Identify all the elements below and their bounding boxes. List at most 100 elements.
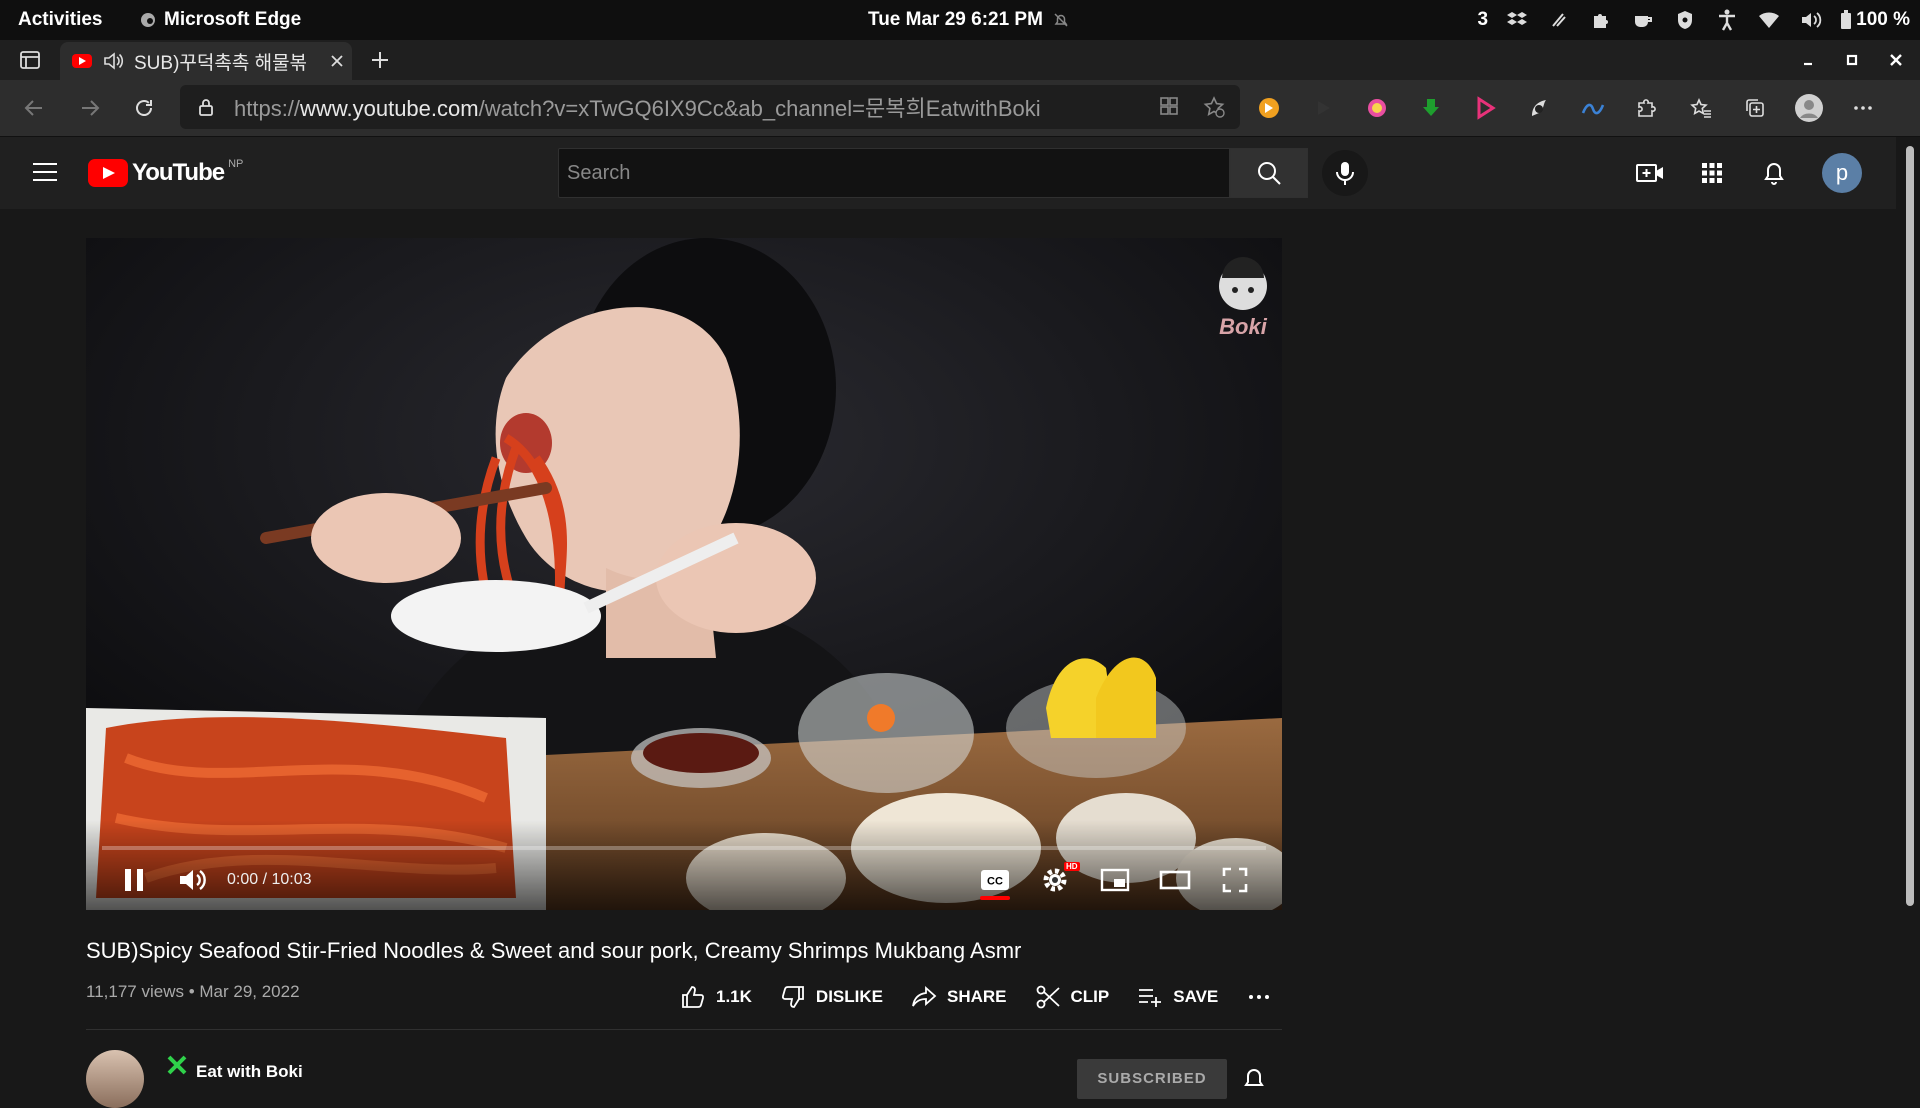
svg-text:CC: CC [987, 876, 1003, 888]
video-actions: 1.1K DISLIKE SHARE CLIP SAVE [680, 982, 1300, 1012]
youtube-play-logo-icon [88, 159, 128, 187]
system-tray: 3 100 % [1478, 6, 1910, 34]
video-player[interactable]: Boki 0:00 / 10:03 CC HD [86, 238, 1282, 910]
dropbox-icon[interactable] [1504, 7, 1530, 33]
minimize-icon[interactable] [1796, 48, 1820, 72]
activities-button[interactable]: Activities [18, 9, 102, 31]
channel-notification-bell-icon[interactable] [1242, 1066, 1266, 1090]
extensions-puzzle-icon[interactable] [1632, 93, 1662, 123]
mute-button[interactable] [174, 862, 210, 898]
clip-label: CLIP [1070, 987, 1110, 1006]
like-button[interactable]: 1.1K [680, 984, 752, 1010]
dislike-button[interactable]: DISLIKE [780, 984, 883, 1010]
close-window-icon[interactable] [1884, 48, 1908, 72]
extension-tray-icon[interactable] [1588, 7, 1614, 33]
wifi-icon[interactable] [1756, 7, 1782, 33]
tab-close-icon[interactable] [326, 50, 348, 72]
clock[interactable]: Tue Mar 29 6:21 PM [868, 9, 1069, 31]
channel-avatar[interactable] [86, 1050, 144, 1108]
clip-button[interactable]: CLIP [1035, 984, 1110, 1010]
maximize-icon[interactable] [1840, 48, 1864, 72]
address-bar[interactable]: https://www.youtube.com/watch?v=xTwGQ6IX… [180, 85, 1240, 129]
save-button[interactable]: SAVE [1137, 984, 1218, 1010]
like-count: 1.1K [716, 987, 752, 1006]
extension-fox-icon[interactable] [1524, 93, 1554, 123]
tab-actions-icon[interactable] [18, 48, 42, 72]
apps-grid-icon[interactable] [1698, 159, 1726, 187]
browser-toolbar: https://www.youtube.com/watch?v=xTwGQ6IX… [0, 80, 1920, 137]
url-text: https://www.youtube.com/watch?v=xTwGQ6IX… [234, 91, 1041, 123]
window-controls [1796, 48, 1908, 72]
volume-icon[interactable] [1798, 7, 1824, 33]
extension-pink-play-icon[interactable] [1470, 93, 1500, 123]
battery-icon [1841, 10, 1852, 29]
subscribed-button[interactable]: SUBSCRIBED [1077, 1059, 1227, 1099]
extension-color-circle-icon[interactable] [1362, 93, 1392, 123]
theater-mode-button[interactable] [1158, 862, 1192, 898]
time-display: 0:00 / 10:03 [227, 871, 312, 888]
new-tab-button[interactable] [368, 48, 392, 72]
pen-tray-icon[interactable] [1546, 7, 1572, 33]
favorites-icon[interactable] [1686, 93, 1716, 123]
channel-name[interactable]: Eat with Boki [196, 1062, 303, 1082]
menu-hamburger-icon[interactable] [32, 161, 58, 183]
fullscreen-button[interactable] [1218, 862, 1252, 898]
create-video-icon[interactable] [1636, 159, 1664, 187]
battery-percent: 100 % [1856, 9, 1910, 30]
app-available-icon[interactable] [1158, 95, 1180, 119]
dnd-bell-icon [1053, 12, 1069, 28]
miniplayer-icon [1100, 868, 1130, 892]
volume-icon [180, 870, 206, 890]
battery-indicator[interactable]: 100 % [1840, 9, 1910, 31]
save-label: SAVE [1173, 987, 1219, 1006]
browser-tab-youtube[interactable]: SUB)꾸덕촉촉 해물볶 [60, 42, 352, 80]
region-code: NP [228, 158, 244, 170]
more-actions-button[interactable] [1246, 984, 1272, 1010]
os-top-bar: Activities Microsoft Edge Tue Mar 29 6:2… [0, 0, 1920, 40]
extension-wave-icon[interactable] [1578, 93, 1608, 123]
lock-icon[interactable] [196, 97, 216, 117]
search-placeholder: Search [567, 162, 631, 184]
video-frame [86, 238, 1282, 910]
url-path: /watch?v=xTwGQ6IX9Cc&ab_channel=문복희Eatwi… [478, 96, 1041, 121]
url-host: www.youtube.com [300, 96, 479, 121]
pause-button[interactable] [116, 862, 152, 898]
hd-badge: HD [1064, 862, 1080, 871]
share-label: SHARE [946, 987, 1007, 1006]
youtube-logo[interactable]: YouTube NP [88, 158, 244, 187]
back-icon[interactable] [20, 94, 48, 122]
search-button[interactable] [1230, 148, 1308, 198]
progress-bar[interactable] [102, 846, 1266, 850]
share-arrow-icon [912, 985, 937, 1007]
tab-audio-icon[interactable] [102, 50, 124, 72]
app-name: Microsoft Edge [164, 9, 302, 30]
search-input[interactable]: Search [558, 148, 1230, 198]
app-menu[interactable]: Microsoft Edge [140, 9, 301, 31]
caffeine-icon[interactable] [1630, 7, 1656, 33]
vpn-shield-icon[interactable] [1672, 7, 1698, 33]
page-scrollbar-thumb[interactable] [1906, 146, 1914, 906]
profile-icon[interactable] [1794, 93, 1824, 123]
extension-download-icon[interactable] [1416, 93, 1446, 123]
refresh-icon[interactable] [130, 94, 158, 122]
watermark-text: Boki [1219, 314, 1267, 339]
edge-icon [140, 12, 156, 28]
forward-icon[interactable] [76, 94, 104, 122]
extension-orange-icon[interactable] [1254, 93, 1284, 123]
add-favorite-icon[interactable] [1202, 95, 1226, 119]
thumbs-up-icon [682, 986, 705, 1008]
miniplayer-button[interactable] [1098, 862, 1132, 898]
extension-dim-play-icon[interactable] [1308, 93, 1338, 123]
account-avatar[interactable]: p [1822, 153, 1862, 193]
collections-icon[interactable] [1740, 93, 1770, 123]
accessibility-icon[interactable] [1714, 7, 1740, 33]
youtube-favicon-icon [72, 54, 92, 68]
captions-button[interactable]: CC [978, 862, 1012, 898]
share-button[interactable]: SHARE [911, 984, 1007, 1010]
voice-search-button[interactable] [1322, 150, 1368, 196]
notification-count[interactable]: 3 [1478, 9, 1489, 31]
extensions-bar [1254, 93, 1878, 123]
more-menu-icon[interactable] [1848, 93, 1878, 123]
url-prefix: https:// [234, 96, 301, 121]
notifications-bell-icon[interactable] [1760, 159, 1788, 187]
